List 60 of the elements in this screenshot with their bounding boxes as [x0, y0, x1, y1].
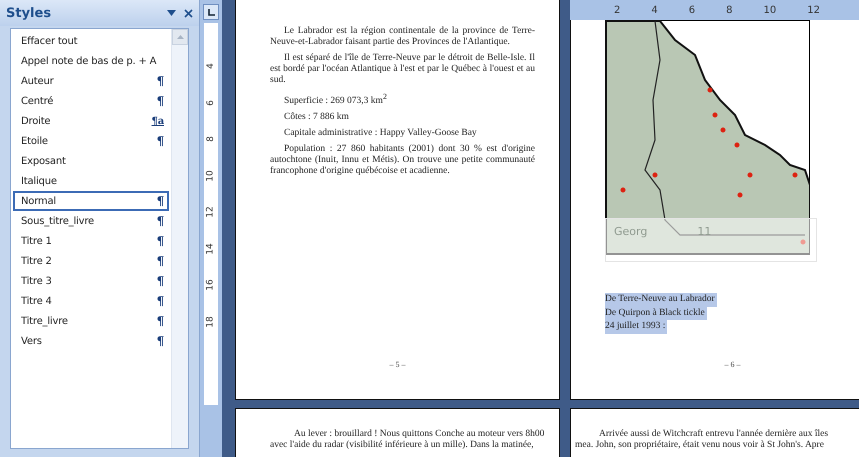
- ruler-number: 8: [205, 136, 217, 142]
- page-number: – 5 –: [388, 360, 406, 369]
- text-line: Au lever : brouillard ! Nous quittons Conche au moteur vers 8h00: [294, 429, 544, 440]
- paragraph-mark: ¶: [156, 74, 164, 88]
- ruler-number: 10: [204, 170, 217, 182]
- ruler-number: 12: [204, 206, 217, 218]
- ruler-number: 4: [205, 63, 217, 69]
- style-item[interactable]: Auteur ¶: [13, 71, 169, 91]
- paragraph-mark: ¶: [156, 294, 164, 308]
- paragraph: Le Labrador est la région continentale de la province de Terre-Neuve-et-Labrador faisant partie des Provinces de l'Atlantique.: [270, 26, 535, 48]
- ruler-number: 4: [651, 4, 658, 16]
- paragraph: Superficie : 269 073,3 km$^{2}$: [283, 91, 388, 108]
- dropdown-icon[interactable]: [167, 10, 176, 16]
- ruler-number: 6: [688, 4, 696, 16]
- tab-selector[interactable]: [203, 4, 219, 20]
- style-item[interactable]: Italique: [13, 171, 169, 191]
- paragraph: Capitale administrative : Happy Valley-Goose Bay: [283, 128, 478, 140]
- ruler-number: 12: [807, 4, 820, 16]
- style-item[interactable]: Titre 4 ¶: [13, 291, 169, 311]
- tab-stop-icon: [208, 8, 214, 16]
- paragraph-mark: ¶: [156, 274, 164, 288]
- style-item[interactable]: Sous_titre_livre ¶: [13, 211, 169, 231]
- paragraph: Il est séparé de l'île de Terre-Neuve par le détroit de Belle-Isle. Il est bordé par l'océan Atlantique à l'est et par le Québec à l'ouest et au sud.: [270, 53, 535, 86]
- pane-title: Styles: [6, 6, 52, 20]
- paragraph-mark: ¶a: [152, 116, 164, 126]
- paragraph-mark: ¶: [156, 134, 164, 148]
- style-item[interactable]: Appel note de bas de p. + A: [13, 51, 169, 71]
- close-icon[interactable]: [184, 8, 193, 18]
- ruler-number: 2: [614, 4, 620, 16]
- style-item[interactable]: Titre 2 ¶: [13, 251, 169, 271]
- text-line: avec l'aide du radar (visibilité inférieure à un mille). Dans la matinée,: [270, 440, 534, 451]
- paragraph: Côtes : 7 886 km: [283, 112, 350, 124]
- ruler-number: 14: [205, 242, 217, 254]
- text-line: mea. John, son propriétaire, était venu nous voir à St John's. Apre: [575, 440, 824, 451]
- paragraph-mark: ¶: [156, 94, 164, 108]
- paragraph: Population : 27 860 habitants (2001) dont 30 % est d'origine autochtone (Inuit, Innu et Métis). On trouve une petite communauté francophone d'origine québécoise et acadienne.: [270, 144, 535, 178]
- style-item[interactable]: Effacer tout: [13, 31, 169, 51]
- text-line: Arrivée aussi de Witchcraft entrevu l'année dernière aux îles: [599, 429, 828, 440]
- ruler-number: 16: [204, 279, 217, 291]
- paragraph-mark: ¶: [156, 254, 164, 268]
- style-item[interactable]: Titre 3 ¶: [13, 271, 169, 291]
- paragraph-mark: ¶: [156, 214, 164, 228]
- style-item[interactable]: Exposant: [13, 151, 169, 171]
- style-item[interactable]: Vers ¶: [13, 331, 169, 351]
- style-item[interactable]: Etoile ¶: [13, 131, 169, 151]
- scrollbar[interactable]: [171, 29, 188, 448]
- ruler-number: 8: [726, 4, 732, 16]
- style-item[interactable]: Droite ¶a: [13, 111, 169, 131]
- paragraph-mark: ¶: [156, 334, 164, 348]
- ruler-number: 10: [764, 4, 776, 16]
- ruler-number: 18: [204, 316, 217, 328]
- page-number: – 6 –: [724, 360, 742, 369]
- paragraph-mark: ¶: [156, 314, 164, 328]
- style-item[interactable]: Titre_livre ¶: [13, 311, 169, 331]
- paragraph-mark: ¶: [156, 194, 164, 208]
- style-item[interactable]: Centré ¶: [13, 91, 169, 111]
- style-item[interactable]: Titre 1 ¶: [13, 231, 169, 251]
- paragraph-mark: ¶: [156, 234, 164, 248]
- ruler-number: 6: [205, 100, 217, 106]
- style-item[interactable]: Normal ¶: [13, 191, 169, 211]
